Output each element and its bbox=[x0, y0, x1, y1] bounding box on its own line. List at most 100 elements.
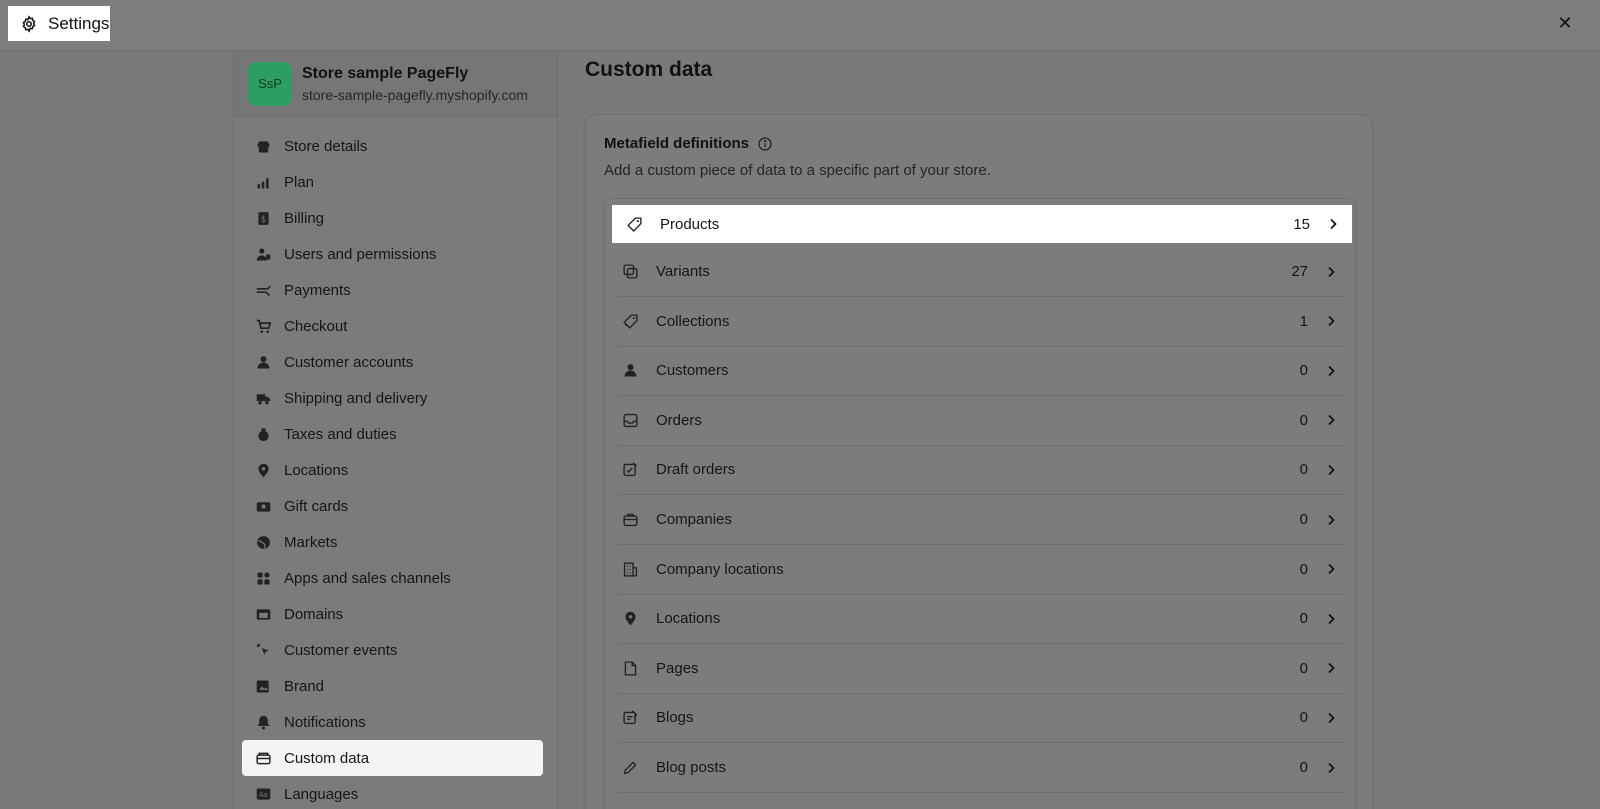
tag-icon bbox=[626, 215, 644, 233]
sidebar-item-apps-and-sales-channels[interactable]: Apps and sales channels bbox=[242, 560, 543, 596]
sidebar-item-custom-data[interactable]: Custom data bbox=[242, 740, 543, 776]
billing-icon: $ bbox=[254, 209, 272, 227]
sidebar-item-label: Notifications bbox=[284, 713, 366, 731]
resource-label: Orders bbox=[656, 411, 702, 429]
info-icon[interactable] bbox=[757, 136, 773, 152]
resource-label: Customers bbox=[656, 362, 729, 380]
chevron-right-icon bbox=[1328, 365, 1335, 376]
sidebar-item-plan[interactable]: Plan bbox=[242, 164, 543, 200]
store-header[interactable]: SsP Store sample PageFly store-sample-pa… bbox=[234, 51, 557, 117]
briefcase-icon bbox=[622, 511, 640, 529]
resource-row-locations[interactable]: Locations 0 bbox=[617, 594, 1344, 645]
brand-icon bbox=[256, 680, 269, 692]
resource-label: Collections bbox=[656, 312, 730, 330]
resource-label: Products bbox=[660, 215, 720, 233]
person-icon bbox=[622, 362, 640, 380]
settings-title: Settings bbox=[8, 6, 110, 41]
resource-row-pages[interactable]: Pages 0 bbox=[617, 644, 1344, 694]
definition-count: 0 bbox=[1299, 511, 1308, 528]
collections-icon bbox=[623, 314, 638, 329]
inbox-icon bbox=[623, 413, 638, 427]
sidebar-item-payments[interactable]: Payments bbox=[242, 272, 543, 308]
resource-label: Variants bbox=[656, 263, 710, 280]
definition-count: 27 bbox=[1291, 263, 1308, 280]
languages-icon: Aa bbox=[254, 785, 272, 803]
person-icon bbox=[624, 364, 637, 377]
sidebar-item-brand[interactable]: Brand bbox=[242, 668, 543, 704]
draft-icon bbox=[622, 461, 640, 479]
resource-row-blogs[interactable]: Blogs 0 bbox=[617, 693, 1344, 744]
sidebar-item-notifications[interactable]: Notifications bbox=[242, 704, 543, 740]
chevron-right-icon bbox=[1328, 514, 1335, 525]
sidebar-item-gift-cards[interactable]: Gift cards bbox=[242, 488, 543, 524]
plan-icon bbox=[257, 177, 269, 188]
sidebar-item-label: Gift cards bbox=[284, 497, 349, 515]
resource-label: Companies bbox=[656, 511, 732, 528]
store-url: store-sample-pagefly.myshopify.com bbox=[302, 86, 528, 103]
sidebar-item-label: Custom data bbox=[284, 749, 370, 767]
resource-row-companies[interactable]: Companies 0 bbox=[617, 495, 1344, 545]
location-icon bbox=[622, 610, 640, 628]
resource-row-blog-posts[interactable]: Blog posts 0 bbox=[617, 743, 1344, 793]
close-button[interactable]: ✕ bbox=[1554, 12, 1576, 34]
brand-icon bbox=[254, 677, 272, 695]
chevron-right-icon bbox=[1330, 218, 1337, 230]
sidebar: SsP Store sample PageFly store-sample-pa… bbox=[233, 51, 558, 809]
store-icon bbox=[257, 140, 269, 152]
payments-icon bbox=[256, 285, 271, 296]
resource-row-company-locations[interactable]: Company locations 0 bbox=[617, 545, 1344, 595]
blog-icon bbox=[623, 710, 638, 725]
definition-count: 0 bbox=[1299, 461, 1308, 479]
sidebar-item-customer-accounts[interactable]: Customer accounts bbox=[242, 344, 543, 380]
sidebar-item-store-details[interactable]: Store details bbox=[242, 128, 543, 164]
definition-count: 0 bbox=[1299, 759, 1308, 776]
resource-row-products[interactable]: Products 15 bbox=[612, 205, 1352, 243]
person-icon bbox=[257, 355, 269, 368]
definition-count: 1 bbox=[1299, 312, 1308, 330]
sidebar-item-locations[interactable]: Locations bbox=[242, 452, 543, 488]
cursor-icon bbox=[256, 643, 269, 655]
resource-row-draft-orders[interactable]: Draft orders 0 bbox=[617, 445, 1344, 496]
sidebar-item-label: Checkout bbox=[284, 317, 348, 335]
sidebar-item-markets[interactable]: Markets bbox=[242, 524, 543, 560]
sidebar-item-domains[interactable]: Domains bbox=[242, 596, 543, 632]
sidebar-item-label: Domains bbox=[284, 605, 344, 623]
inbox-icon bbox=[622, 411, 640, 429]
tax-icon bbox=[257, 428, 269, 441]
apps-icon bbox=[257, 572, 269, 584]
draft-icon bbox=[623, 462, 637, 477]
domains-icon bbox=[256, 608, 270, 620]
page-icon bbox=[624, 661, 637, 676]
payments-icon bbox=[254, 281, 272, 299]
pencil-icon bbox=[623, 761, 637, 775]
chevron-right-icon bbox=[1328, 563, 1335, 575]
sidebar-item-taxes-and-duties[interactable]: Taxes and duties bbox=[242, 416, 543, 452]
chevron-right-icon bbox=[1324, 314, 1338, 328]
resource-row-customers[interactable]: Customers 0 bbox=[617, 346, 1344, 397]
cart-icon bbox=[254, 317, 272, 335]
globe-icon bbox=[254, 533, 272, 551]
sidebar-nav: Store details Plan $ Billing Users and permi… bbox=[234, 117, 557, 809]
sidebar-item-shipping-and-delivery[interactable]: Shipping and delivery bbox=[242, 380, 543, 416]
resource-row-orders[interactable]: Orders 0 bbox=[617, 396, 1344, 446]
store-icon bbox=[254, 137, 272, 155]
resource-row-variants[interactable]: Variants 27 bbox=[617, 247, 1344, 297]
gear-icon bbox=[22, 14, 36, 33]
chevron-right-icon bbox=[1328, 712, 1335, 723]
sidebar-item-checkout[interactable]: Checkout bbox=[242, 308, 543, 344]
chevron-right-icon bbox=[1324, 661, 1338, 675]
chevron-right-icon bbox=[1324, 761, 1338, 775]
window-title: Settings bbox=[48, 13, 110, 33]
sidebar-item-languages[interactable]: Aa Languages bbox=[242, 776, 543, 809]
chevron-right-icon bbox=[1324, 364, 1338, 378]
sidebar-item-label: Shipping and delivery bbox=[284, 389, 428, 407]
sidebar-item-customer-events[interactable]: Customer events bbox=[242, 632, 543, 668]
resource-row-collections[interactable]: Collections 1 bbox=[617, 297, 1344, 347]
chevron-right-icon bbox=[1328, 464, 1335, 475]
sidebar-item-users-and-permissions[interactable]: Users and permissions bbox=[242, 236, 543, 272]
chevron-right-icon bbox=[1324, 463, 1338, 477]
resource-label: Locations bbox=[656, 610, 721, 628]
sidebar-item-billing[interactable]: $ Billing bbox=[242, 200, 543, 236]
chevron-right-icon bbox=[1324, 711, 1338, 725]
sidebar-item-label: Payments bbox=[284, 281, 351, 299]
